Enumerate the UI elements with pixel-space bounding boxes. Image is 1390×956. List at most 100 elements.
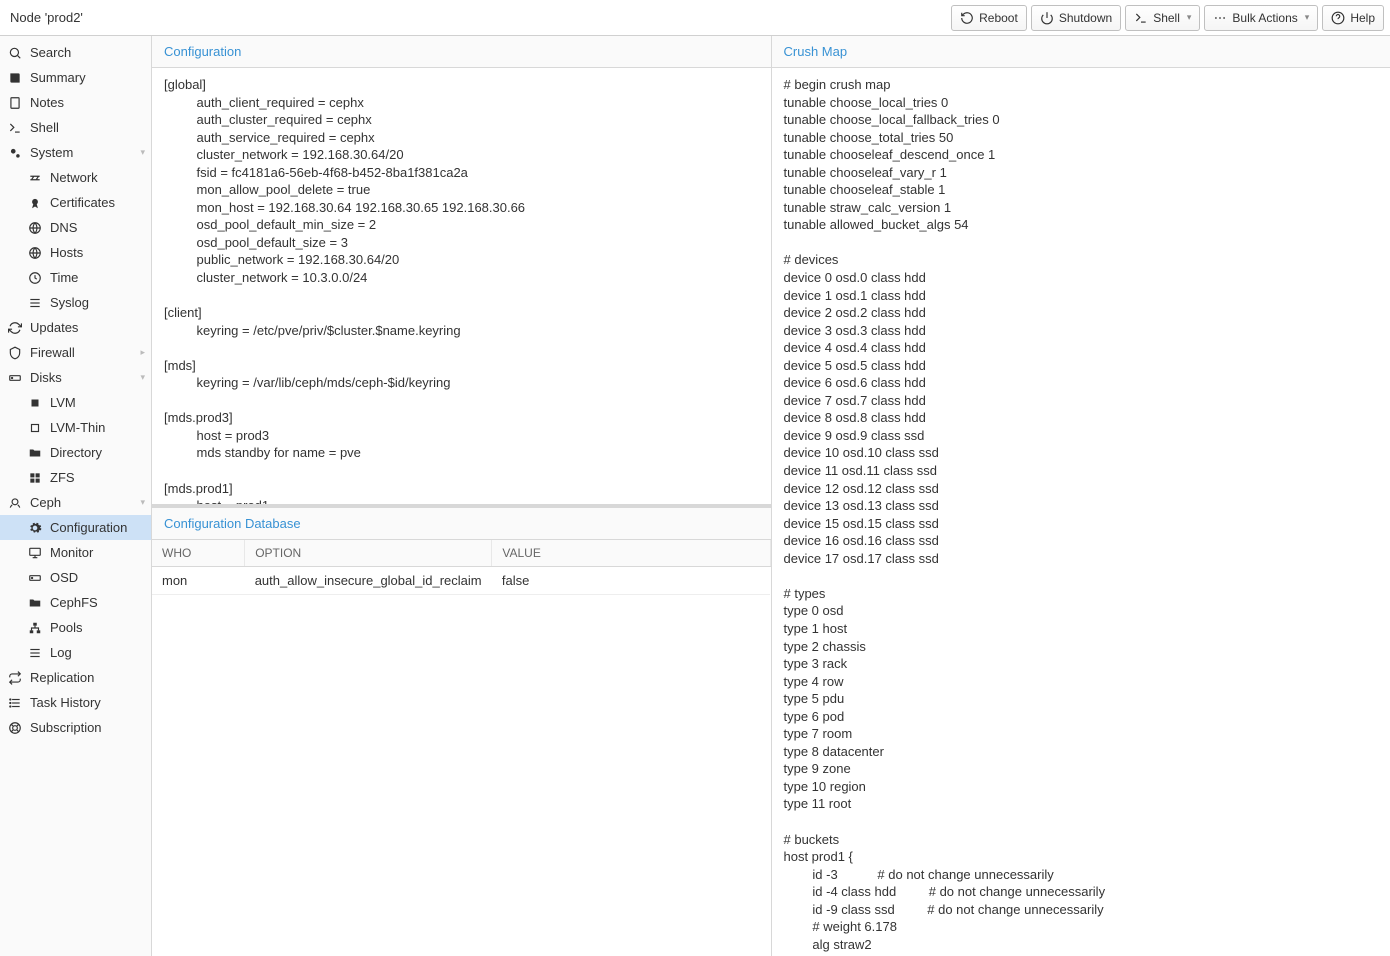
terminal-icon [1134,11,1148,25]
sidebar-item-log[interactable]: Log [0,640,151,665]
shutdown-button[interactable]: Shutdown [1031,5,1121,31]
sidebar-item-replication[interactable]: Replication [0,665,151,690]
bulk-actions-button[interactable]: Bulk Actions ▾ [1204,5,1318,31]
help-label: Help [1350,11,1375,25]
sidebar-item-subscription[interactable]: Subscription [0,715,151,740]
gear-icon [28,521,42,535]
help-icon [1331,11,1345,25]
sidebar-label: Firewall [30,345,75,360]
sidebar-item-shell[interactable]: Shell [0,115,151,140]
shell-button[interactable]: Shell ▾ [1125,5,1200,31]
clock-icon [28,271,42,285]
page-title: Node 'prod2' [6,10,951,25]
col-value[interactable]: VALUE [492,540,770,567]
sidebar-item-monitor[interactable]: Monitor [0,540,151,565]
sidebar-item-firewall[interactable]: Firewall ▸ [0,340,151,365]
menu-icon [1213,11,1227,25]
sidebar-label: Notes [30,95,64,110]
refresh-icon [8,321,22,335]
square-outline-icon [28,421,42,435]
list-icon [28,296,42,310]
crushmap-text[interactable]: # begin crush map tunable choose_local_t… [772,68,1390,956]
col-who[interactable]: WHO [152,540,245,567]
table-row[interactable]: mon auth_allow_insecure_global_id_reclai… [152,567,770,595]
search-icon [8,46,22,60]
shutdown-label: Shutdown [1059,11,1112,25]
panel-title-configdb: Configuration Database [152,508,771,540]
sidebar-item-system[interactable]: System ▾ [0,140,151,165]
folder-icon [28,596,42,610]
sidebar-label: LVM [50,395,76,410]
sidebar-item-directory[interactable]: Directory [0,440,151,465]
chevron-down-icon: ▾ [1305,12,1310,23]
sidebar-item-time[interactable]: Time [0,265,151,290]
sidebar-item-ceph[interactable]: Ceph ▾ [0,490,151,515]
folder-icon [28,446,42,460]
topbar-buttons: Reboot Shutdown Shell ▾ Bulk Actions ▾ H… [951,5,1384,31]
sidebar-label: Ceph [30,495,61,510]
terminal-icon [8,121,22,135]
sidebar-label: Directory [50,445,102,460]
configuration-text[interactable]: [global] auth_client_required = cephx au… [152,68,771,508]
sidebar-label: Syslog [50,295,89,310]
hdd-icon [28,571,42,585]
chevron-right-icon: ▸ [140,347,145,358]
sidebar-item-summary[interactable]: Summary [0,65,151,90]
hdd-icon [8,371,22,385]
globe-icon [28,221,42,235]
panel-title-crushmap: Crush Map [772,36,1390,68]
retweet-icon [8,671,22,685]
sidebar-item-taskhistory[interactable]: Task History [0,690,151,715]
sidebar-label: Search [30,45,71,60]
col-option[interactable]: OPTION [245,540,492,567]
sidebar-label: Hosts [50,245,83,260]
lifebuoy-icon [8,721,22,735]
sidebar-item-zfs[interactable]: ZFS [0,465,151,490]
chevron-down-icon: ▾ [140,372,145,383]
chevron-down-icon: ▾ [140,147,145,158]
sidebar-item-lvm[interactable]: LVM [0,390,151,415]
sidebar-label: OSD [50,570,78,585]
sidebar-item-syslog[interactable]: Syslog [0,290,151,315]
network-icon [28,171,42,185]
sidebar-label: ZFS [50,470,75,485]
globe-icon [28,246,42,260]
help-button[interactable]: Help [1322,5,1384,31]
book-icon [8,71,22,85]
chevron-down-icon: ▾ [1187,12,1192,23]
sidebar-item-disks[interactable]: Disks▾ [0,365,151,390]
sidebar-item-pools[interactable]: Pools [0,615,151,640]
sidebar-item-osd[interactable]: OSD [0,565,151,590]
list-icon [28,646,42,660]
sidebar-item-updates[interactable]: Updates [0,315,151,340]
sidebar-item-cephfs[interactable]: CephFS [0,590,151,615]
reboot-button[interactable]: Reboot [951,5,1027,31]
sidebar-label: Updates [30,320,78,335]
chevron-down-icon: ▾ [140,497,145,508]
cell-option: auth_allow_insecure_global_id_reclaim [245,567,492,595]
sidebar-item-lvmthin[interactable]: LVM-Thin [0,415,151,440]
panel-title-configuration: Configuration [152,36,771,68]
sidebar-item-configuration[interactable]: Configuration [0,515,151,540]
sidebar-item-hosts[interactable]: Hosts [0,240,151,265]
reboot-icon [960,11,974,25]
sidebar-item-search[interactable]: Search [0,40,151,65]
sitemap-icon [28,621,42,635]
sidebar-label: System [30,145,73,160]
square-icon [28,396,42,410]
sidebar-item-notes[interactable]: Notes [0,90,151,115]
grid-icon [28,471,42,485]
sidebar-label: Certificates [50,195,115,210]
sidebar-item-network[interactable]: Network [0,165,151,190]
note-icon [8,96,22,110]
gears-icon [8,146,22,160]
sidebar-item-dns[interactable]: DNS [0,215,151,240]
sidebar-label: Log [50,645,72,660]
configdb-table: WHO OPTION VALUE mon auth_allow_insecure… [152,540,771,595]
sidebar-label: Replication [30,670,94,685]
sidebar-item-certificates[interactable]: Certificates [0,190,151,215]
cell-who: mon [152,567,245,595]
sidebar-label: Monitor [50,545,93,560]
sidebar-label: LVM-Thin [50,420,105,435]
sidebar-label: Shell [30,120,59,135]
